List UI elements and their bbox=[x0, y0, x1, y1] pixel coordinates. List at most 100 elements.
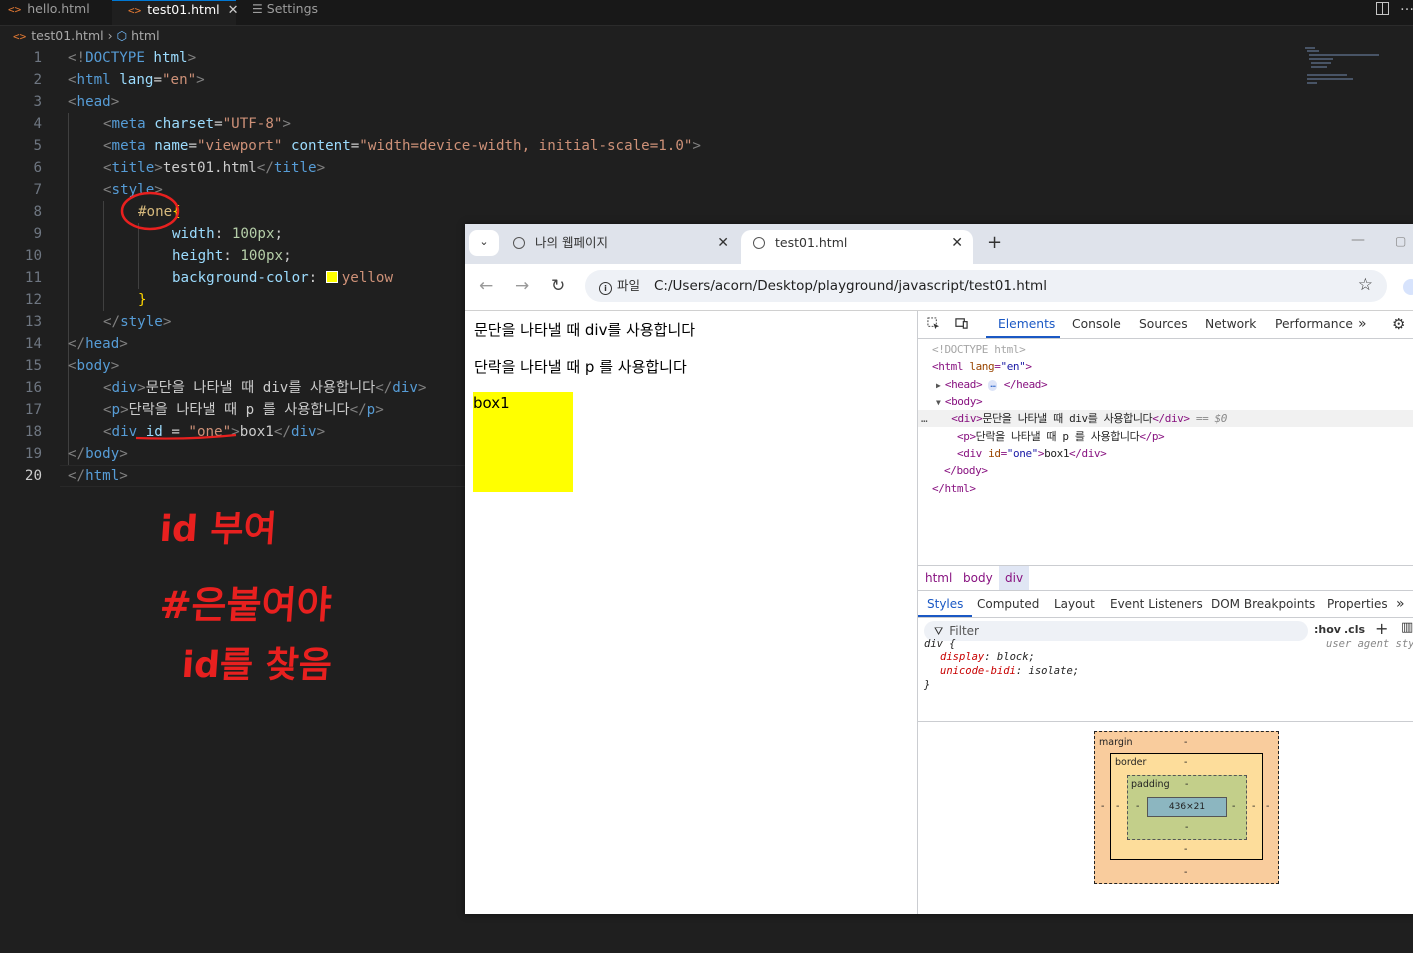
padding-bottom-value[interactable]: - bbox=[1185, 822, 1188, 833]
padding-left-value[interactable]: - bbox=[1136, 801, 1139, 812]
code-line: 6 <title>test01.html</title> bbox=[33, 160, 326, 176]
crumb-body[interactable]: body bbox=[963, 566, 993, 590]
reload-icon[interactable]: ↻ bbox=[551, 276, 565, 296]
minimap[interactable] bbox=[1305, 45, 1385, 90]
breadcrumb-file[interactable]: test01.html bbox=[31, 28, 103, 43]
browser-tab-active[interactable]: test01.html ✕ bbox=[741, 230, 973, 264]
margin-left-value[interactable]: - bbox=[1101, 801, 1104, 812]
tab-label: test01.html bbox=[147, 2, 220, 17]
box-label: box1 bbox=[473, 394, 510, 412]
devtools-tab-console[interactable]: Console bbox=[1072, 311, 1121, 338]
tab-settings[interactable]: ☰ Settings bbox=[238, 0, 356, 25]
dom-body-close[interactable]: </body> bbox=[944, 462, 988, 479]
page-p-text: 단락을 나타낼 때 p 를 사용합니다 bbox=[474, 358, 687, 376]
expand-triangle-icon: ▶ bbox=[936, 381, 945, 390]
inspect-element-icon[interactable] bbox=[927, 317, 940, 330]
annotation-text: id를 찾음 bbox=[180, 645, 334, 686]
tab-properties[interactable]: Properties bbox=[1327, 591, 1388, 617]
rule-close: } bbox=[924, 679, 931, 691]
tab-computed[interactable]: Computed bbox=[977, 591, 1039, 617]
crumb-div[interactable]: div bbox=[999, 566, 1030, 590]
dom-p-node[interactable]: <p>단락을 나타낼 때 p 를 사용합니다</p> bbox=[957, 428, 1165, 445]
dom-html-node[interactable]: <html lang="en"> bbox=[932, 358, 1032, 375]
site-info-chip[interactable]: i 파일 bbox=[591, 274, 648, 298]
tab-label: hello.html bbox=[27, 1, 90, 16]
info-icon: i bbox=[599, 282, 612, 295]
maximize-icon[interactable]: ▢ bbox=[1395, 234, 1406, 248]
style-rule-user-agent: div { user agent sty display: block; uni… bbox=[918, 638, 1413, 722]
dom-html-close[interactable]: </html> bbox=[932, 480, 976, 497]
hov-toggle[interactable]: :hov bbox=[1314, 623, 1341, 636]
code-line: 3 <head> bbox=[33, 94, 120, 110]
device-toolbar-icon[interactable] bbox=[955, 317, 968, 330]
border-left-value[interactable]: - bbox=[1116, 801, 1119, 812]
dom-head-node[interactable]: ▶ <head> … </head> bbox=[936, 376, 1048, 393]
forward-arrow-icon[interactable]: → bbox=[515, 276, 529, 296]
margin-top-value[interactable]: - bbox=[1184, 737, 1187, 748]
padding-top-value[interactable]: - bbox=[1185, 779, 1188, 790]
new-tab-icon[interactable]: + bbox=[987, 230, 1002, 256]
devtools-tab-elements[interactable]: Elements bbox=[986, 311, 1060, 338]
gear-icon[interactable]: ⚙ bbox=[1392, 311, 1405, 338]
html-file-icon: <> bbox=[13, 30, 27, 43]
color-swatch-icon[interactable] bbox=[325, 271, 338, 283]
dom-body-node[interactable]: ▼ <body> bbox=[936, 393, 983, 410]
browser-tab[interactable]: 나의 웹페이지 ✕ bbox=[501, 230, 739, 264]
code-line: 2 <html lang="en"> bbox=[33, 72, 205, 88]
more-tabs-icon[interactable]: » bbox=[1396, 591, 1405, 617]
styles-filter-input[interactable]: ⛛ Filter bbox=[924, 621, 1308, 641]
tab-layout[interactable]: Layout bbox=[1054, 591, 1095, 617]
more-tabs-icon[interactable]: » bbox=[1358, 311, 1367, 338]
split-editor-icon[interactable] bbox=[1376, 2, 1389, 15]
dom-doctype[interactable]: <!DOCTYPE html> bbox=[932, 341, 1026, 358]
box-model-padding: padding - - - - 436×21 bbox=[1127, 775, 1247, 840]
border-top-value[interactable]: - bbox=[1184, 757, 1187, 768]
tab-styles[interactable]: Styles bbox=[918, 591, 973, 617]
cls-toggle[interactable]: .cls bbox=[1344, 623, 1365, 636]
site-chip-label: 파일 bbox=[617, 278, 641, 293]
margin-bottom-value[interactable]: - bbox=[1184, 867, 1187, 878]
browser-tab-title: 나의 웹페이지 bbox=[535, 235, 608, 250]
back-arrow-icon[interactable]: ← bbox=[479, 276, 493, 296]
new-style-rule-icon[interactable]: + bbox=[1375, 619, 1388, 638]
devtools-tab-sources[interactable]: Sources bbox=[1139, 311, 1188, 338]
computed-sidebar-icon[interactable]: ▥ bbox=[1401, 620, 1413, 635]
border-label: border bbox=[1115, 757, 1147, 768]
address-bar[interactable]: i 파일 C:/Users/acorn/Desktop/playground/ja… bbox=[585, 270, 1387, 302]
margin-label: margin bbox=[1099, 737, 1133, 748]
tab-event-listeners[interactable]: Event Listeners bbox=[1110, 591, 1203, 617]
dom-selected-div-node[interactable]: … <div>문단을 나타낼 때 div를 사용합니다</div> == $0 bbox=[918, 410, 1413, 427]
bookmark-star-icon[interactable]: ☆ bbox=[1358, 275, 1373, 295]
tab-test01-html[interactable]: <> test01.html ✕ bbox=[112, 0, 239, 25]
browser-tab-strip: ⌄ 나의 웹페이지 ✕ test01.html ✕ + — ▢ bbox=[465, 224, 1413, 264]
devtools-tab-performance[interactable]: Performance bbox=[1275, 311, 1353, 338]
tab-dom-breakpoints[interactable]: DOM Breakpoints bbox=[1211, 591, 1315, 617]
tab-search-chevron-icon[interactable]: ⌄ bbox=[469, 230, 499, 256]
code-line: 1 <!DOCTYPE html> bbox=[33, 50, 197, 66]
browser-window: ⌄ 나의 웹페이지 ✕ test01.html ✕ + — ▢ ← → ↻ i 파일 … bbox=[465, 224, 1413, 914]
box-model-content[interactable]: 436×21 bbox=[1147, 797, 1227, 817]
devtools-tab-network[interactable]: Network bbox=[1205, 311, 1256, 338]
rule-declaration: unicode-bidi: isolate; bbox=[940, 665, 1080, 677]
minimize-icon[interactable]: — bbox=[1351, 232, 1365, 248]
url-text[interactable]: C:/Users/acorn/Desktop/playground/javasc… bbox=[654, 270, 1047, 302]
breadcrumb-node[interactable]: html bbox=[131, 28, 159, 43]
devtools-panel: Elements Console Sources Network Perform… bbox=[917, 311, 1413, 914]
crumb-html[interactable]: html bbox=[925, 566, 952, 590]
profile-avatar[interactable] bbox=[1403, 279, 1413, 295]
tab-hello-html[interactable]: <> hello.html bbox=[0, 0, 112, 25]
border-bottom-value[interactable]: - bbox=[1184, 844, 1187, 855]
annotation-text: #은붙여야 bbox=[158, 583, 333, 627]
rule-selector: div { bbox=[924, 638, 956, 650]
close-tab-icon[interactable]: ✕ bbox=[951, 230, 963, 256]
more-actions-icon[interactable]: … bbox=[1400, 0, 1413, 14]
dom-div-one-node[interactable]: <div id="one">box1</div> bbox=[957, 445, 1107, 462]
yellow-box: box1 bbox=[473, 392, 573, 492]
settings-icon: ☰ bbox=[252, 2, 263, 16]
padding-right-value[interactable]: - bbox=[1232, 801, 1235, 812]
close-tab-icon[interactable]: ✕ bbox=[228, 3, 239, 18]
page-div-text: 문단을 나타낼 때 div를 사용합니다 bbox=[474, 321, 696, 339]
margin-right-value[interactable]: - bbox=[1266, 801, 1269, 812]
close-tab-icon[interactable]: ✕ bbox=[717, 230, 729, 256]
border-right-value[interactable]: - bbox=[1252, 801, 1255, 812]
